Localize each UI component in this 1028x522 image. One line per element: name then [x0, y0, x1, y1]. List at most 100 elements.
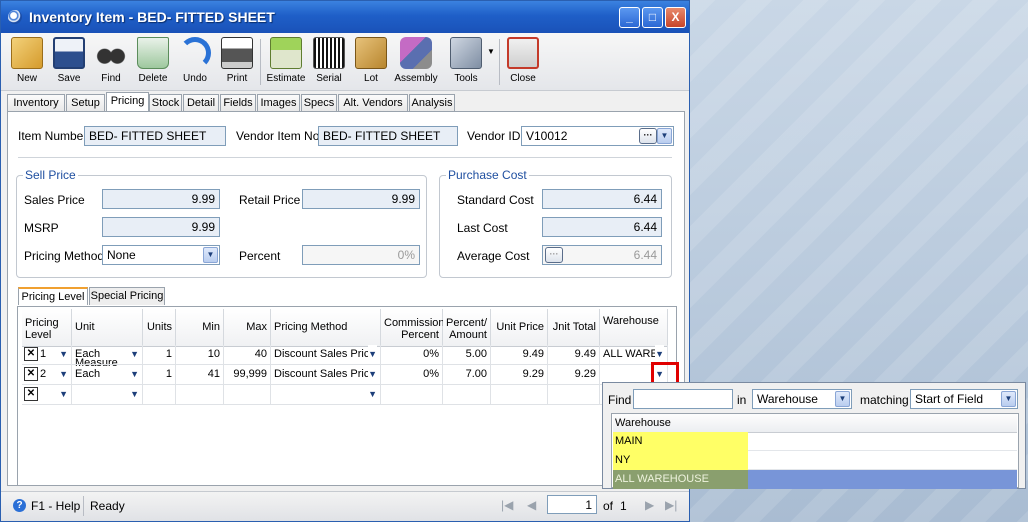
- unit-total-cell[interactable]: 9.29: [548, 365, 600, 385]
- list-item-selected[interactable]: ALL WAREHOUSE: [613, 470, 1017, 489]
- tab-inventory[interactable]: Inventory: [7, 94, 65, 112]
- chevron-down-icon[interactable]: ▼: [59, 345, 68, 364]
- col-unit-price[interactable]: Unit Price: [491, 309, 548, 347]
- commission-cell[interactable]: 0%: [381, 345, 443, 365]
- chevron-down-icon[interactable]: ▼: [203, 247, 218, 263]
- new-button[interactable]: New: [7, 35, 47, 89]
- tab-setup[interactable]: Setup: [66, 94, 105, 112]
- last-page-icon[interactable]: ▶|: [665, 498, 677, 512]
- title-bar[interactable]: Inventory Item - BED- FITTED SHEET _ □ X: [1, 1, 689, 33]
- item-number-field[interactable]: BED- FITTED SHEET: [84, 126, 226, 146]
- maximize-button[interactable]: □: [642, 7, 663, 28]
- close-icon[interactable]: ✕: [24, 387, 38, 401]
- unit-price-cell[interactable]: [491, 385, 548, 405]
- help-label[interactable]: F1 - Help: [31, 499, 80, 513]
- unit-price-cell[interactable]: 9.29: [491, 365, 548, 385]
- list-header[interactable]: Warehouse: [613, 414, 1017, 433]
- msrp-field[interactable]: 9.99: [102, 217, 220, 237]
- close-icon[interactable]: ✕: [24, 367, 38, 381]
- chevron-down-icon[interactable]: ▼: [368, 385, 377, 404]
- units-cell[interactable]: [143, 385, 176, 405]
- percent-field[interactable]: 0%: [302, 245, 420, 265]
- chevron-down-icon[interactable]: ▼: [130, 345, 139, 364]
- max-cell[interactable]: 40: [224, 345, 271, 365]
- col-units[interactable]: Units: [143, 309, 176, 347]
- col-warehouse[interactable]: Warehouse: [600, 309, 668, 347]
- chevron-down-icon[interactable]: ▼: [1001, 391, 1016, 407]
- list-item[interactable]: MAIN: [613, 432, 1017, 451]
- chevron-down-icon[interactable]: ▼: [59, 365, 68, 384]
- find-input[interactable]: [633, 389, 733, 409]
- subtab-pricing-level[interactable]: Pricing Level: [18, 287, 88, 305]
- list-item[interactable]: NY: [613, 451, 1017, 470]
- min-cell[interactable]: 10: [176, 345, 224, 365]
- percent-amount-cell[interactable]: 7.00: [443, 365, 491, 385]
- page-number-input[interactable]: 1: [547, 495, 597, 514]
- next-page-icon[interactable]: ▶: [645, 498, 654, 512]
- tab-specs[interactable]: Specs: [301, 94, 337, 112]
- close-window-button[interactable]: X: [665, 7, 686, 28]
- tab-detail[interactable]: Detail: [183, 94, 219, 112]
- level-cell[interactable]: ✕ ▼: [22, 385, 72, 405]
- chevron-down-icon[interactable]: ▼: [130, 385, 139, 404]
- standard-cost-field[interactable]: 6.44: [542, 189, 662, 209]
- average-cost-field[interactable]: ··· 6.44: [542, 245, 662, 265]
- tab-stock[interactable]: Stock: [149, 94, 182, 112]
- close-icon[interactable]: ✕: [24, 347, 38, 361]
- col-pricing-level[interactable]: Pricing Level: [22, 309, 72, 347]
- col-max[interactable]: Max: [224, 309, 271, 347]
- unit-total-cell[interactable]: 9.49: [548, 345, 600, 365]
- assembly-button[interactable]: Assembly: [393, 35, 439, 89]
- tab-alt-vendors[interactable]: Alt. Vendors: [338, 94, 408, 112]
- retail-price-field[interactable]: 9.99: [302, 189, 420, 209]
- lot-button[interactable]: Lot: [351, 35, 391, 89]
- table-row[interactable]: ✕ 2 ▼ Each ▼ 1 41 99,999 Discount Sales Pri…: [22, 365, 668, 385]
- undo-button[interactable]: Undo: [175, 35, 215, 89]
- col-commission[interactable]: Commission Percent: [381, 309, 445, 347]
- chevron-down-icon[interactable]: ▼: [59, 385, 68, 404]
- commission-cell[interactable]: 0%: [381, 365, 443, 385]
- vendor-item-field[interactable]: BED- FITTED SHEET: [318, 126, 458, 146]
- unit-total-cell[interactable]: [548, 385, 600, 405]
- close-button[interactable]: Close: [503, 35, 543, 89]
- min-cell[interactable]: [176, 385, 224, 405]
- method-cell[interactable]: Discount Sales Pric ▼: [271, 345, 381, 365]
- percent-amount-cell[interactable]: 5.00: [443, 345, 491, 365]
- delete-button[interactable]: Delete: [133, 35, 173, 89]
- average-cost-lookup-button[interactable]: ···: [545, 247, 563, 263]
- col-unit-measure[interactable]: Unit Measure: [72, 309, 143, 369]
- max-cell[interactable]: [224, 385, 271, 405]
- help-icon[interactable]: ?: [13, 499, 26, 512]
- tab-images[interactable]: Images: [257, 94, 300, 112]
- matching-select[interactable]: Start of Field ▼: [910, 389, 1018, 409]
- method-cell[interactable]: Discount Sales Pric ▼: [271, 365, 381, 385]
- tools-dropdown-arrow-icon[interactable]: ▼: [487, 47, 495, 56]
- sales-price-field[interactable]: 9.99: [102, 189, 220, 209]
- tab-analysis[interactable]: Analysis: [409, 94, 455, 112]
- save-button[interactable]: Save: [49, 35, 89, 89]
- subtab-special-pricing[interactable]: Special Pricing: [89, 287, 165, 305]
- unit-cell[interactable]: ▼: [72, 385, 143, 405]
- tools-button[interactable]: Tools: [446, 35, 486, 89]
- percent-amount-cell[interactable]: [443, 385, 491, 405]
- vendor-dropdown-button[interactable]: ▼: [657, 128, 672, 144]
- units-cell[interactable]: 1: [143, 365, 176, 385]
- method-cell[interactable]: ▼: [271, 385, 381, 405]
- tab-pricing[interactable]: Pricing: [106, 92, 149, 112]
- col-min[interactable]: Min: [176, 309, 224, 347]
- last-cost-field[interactable]: 6.44: [542, 217, 662, 237]
- unit-cell[interactable]: Each ▼: [72, 365, 143, 385]
- chevron-down-icon[interactable]: ▼: [130, 365, 139, 384]
- col-pricing-method[interactable]: Pricing Method: [271, 309, 381, 347]
- unit-price-cell[interactable]: 9.49: [491, 345, 548, 365]
- level-cell[interactable]: ✕ 2 ▼: [22, 365, 72, 385]
- serial-button[interactable]: Serial: [309, 35, 349, 89]
- commission-cell[interactable]: [381, 385, 443, 405]
- max-cell[interactable]: 99,999: [224, 365, 271, 385]
- units-cell[interactable]: 1: [143, 345, 176, 365]
- col-percent-amount[interactable]: Percent/Amount: [443, 309, 491, 347]
- vendor-id-field[interactable]: V10012 ··· ▼: [521, 126, 674, 146]
- table-row-new[interactable]: ✕ ▼ ▼ ▼: [22, 385, 668, 405]
- chevron-down-icon[interactable]: ▼: [835, 391, 850, 407]
- table-row[interactable]: ✕ 1 ▼ Each ▼ 1 10 40 Discount Sales Pric ▼ 0…: [22, 345, 668, 365]
